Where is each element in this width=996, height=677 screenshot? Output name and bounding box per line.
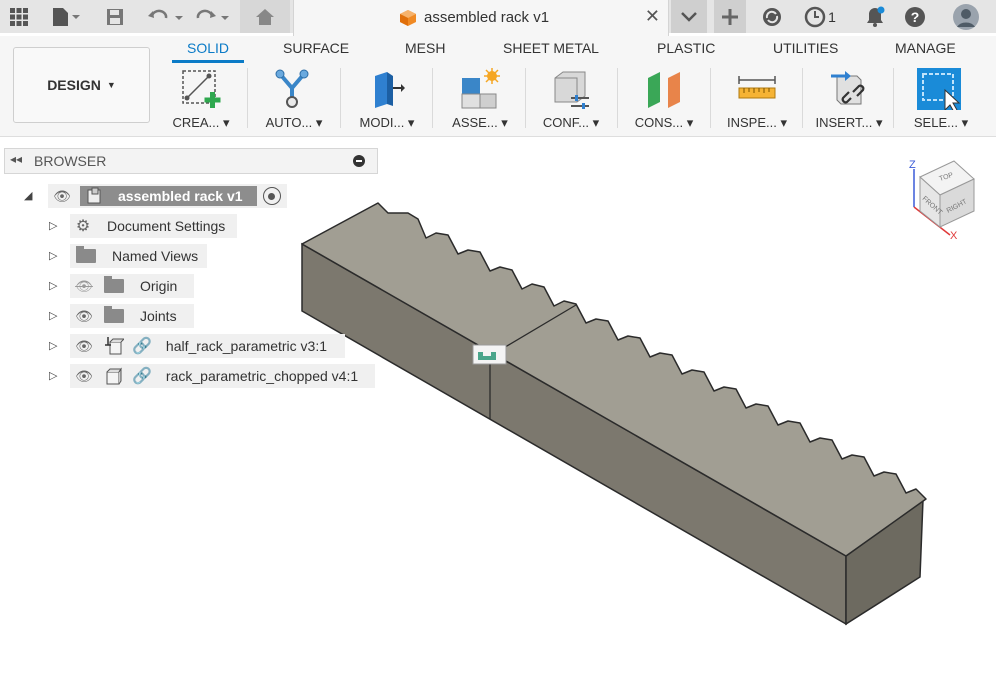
visibility-eye-icon[interactable]: 👁 (74, 338, 94, 355)
collapse-root-icon[interactable]: ◢ (24, 189, 32, 202)
tree-item-label: rack_parametric_chopped v4:1 (165, 368, 359, 384)
grounded-component-icon (105, 337, 124, 355)
browser-title: BROWSER (34, 153, 107, 169)
tree-item-label: Document Settings (107, 218, 226, 234)
expand-icon[interactable]: ▷ (49, 309, 57, 322)
assembly-document-icon (87, 187, 101, 204)
joint-glyph-icon[interactable] (472, 344, 507, 365)
browser-header[interactable]: ◂◂ BROWSER (4, 148, 378, 174)
axis-x-label: X (950, 230, 958, 242)
activate-radio-icon[interactable] (262, 187, 281, 205)
tree-root[interactable]: 👁 assembled rack v1 (48, 184, 287, 208)
model-top-face (301, 202, 927, 557)
axis-z-label: Z (909, 159, 916, 171)
tree-root-label: assembled rack v1 (118, 188, 243, 204)
folder-icon (104, 306, 124, 323)
collapse-panel-icon[interactable]: ◂◂ (10, 152, 22, 166)
link-icon: 🔗 (132, 368, 152, 385)
tree-item-named-views[interactable]: Named Views (70, 244, 207, 268)
expand-icon[interactable]: ▷ (49, 249, 57, 262)
tree-root-label-box[interactable]: assembled rack v1 (80, 186, 257, 206)
tree-item-label: Origin (140, 278, 178, 294)
visibility-hidden-icon[interactable]: 👁 (74, 278, 94, 295)
tree-item-label: half_rack_parametric v3:1 (165, 338, 327, 354)
tree-item-origin[interactable]: 👁 Origin (70, 274, 194, 298)
minimize-panel-icon[interactable] (353, 155, 365, 167)
visibility-eye-icon[interactable]: 👁 (52, 188, 72, 205)
tree-item-component[interactable]: 👁 🔗 half_rack_parametric v3:1 (70, 334, 345, 358)
tree-item-joints[interactable]: 👁 Joints (70, 304, 194, 328)
visibility-eye-icon[interactable]: 👁 (74, 368, 94, 385)
expand-icon[interactable]: ▷ (49, 279, 57, 292)
folder-icon (76, 246, 96, 263)
visibility-eye-icon[interactable]: 👁 (74, 308, 94, 325)
tree-item-document-settings[interactable]: ⚙ Document Settings (70, 214, 237, 238)
expand-icon[interactable]: ▷ (49, 369, 57, 382)
expand-icon[interactable]: ▷ (49, 219, 57, 232)
tree-item-label: Named Views (112, 248, 199, 264)
view-cube[interactable]: Z X TOP FRONT RIGHT (906, 155, 986, 245)
gear-icon: ⚙ (75, 218, 91, 235)
folder-icon (104, 276, 124, 293)
tree-item-label: Joints (140, 308, 177, 324)
tree-item-component[interactable]: 👁 🔗 rack_parametric_chopped v4:1 (70, 364, 375, 388)
link-icon: 🔗 (132, 338, 152, 355)
expand-icon[interactable]: ▷ (49, 339, 57, 352)
component-icon (106, 367, 122, 385)
